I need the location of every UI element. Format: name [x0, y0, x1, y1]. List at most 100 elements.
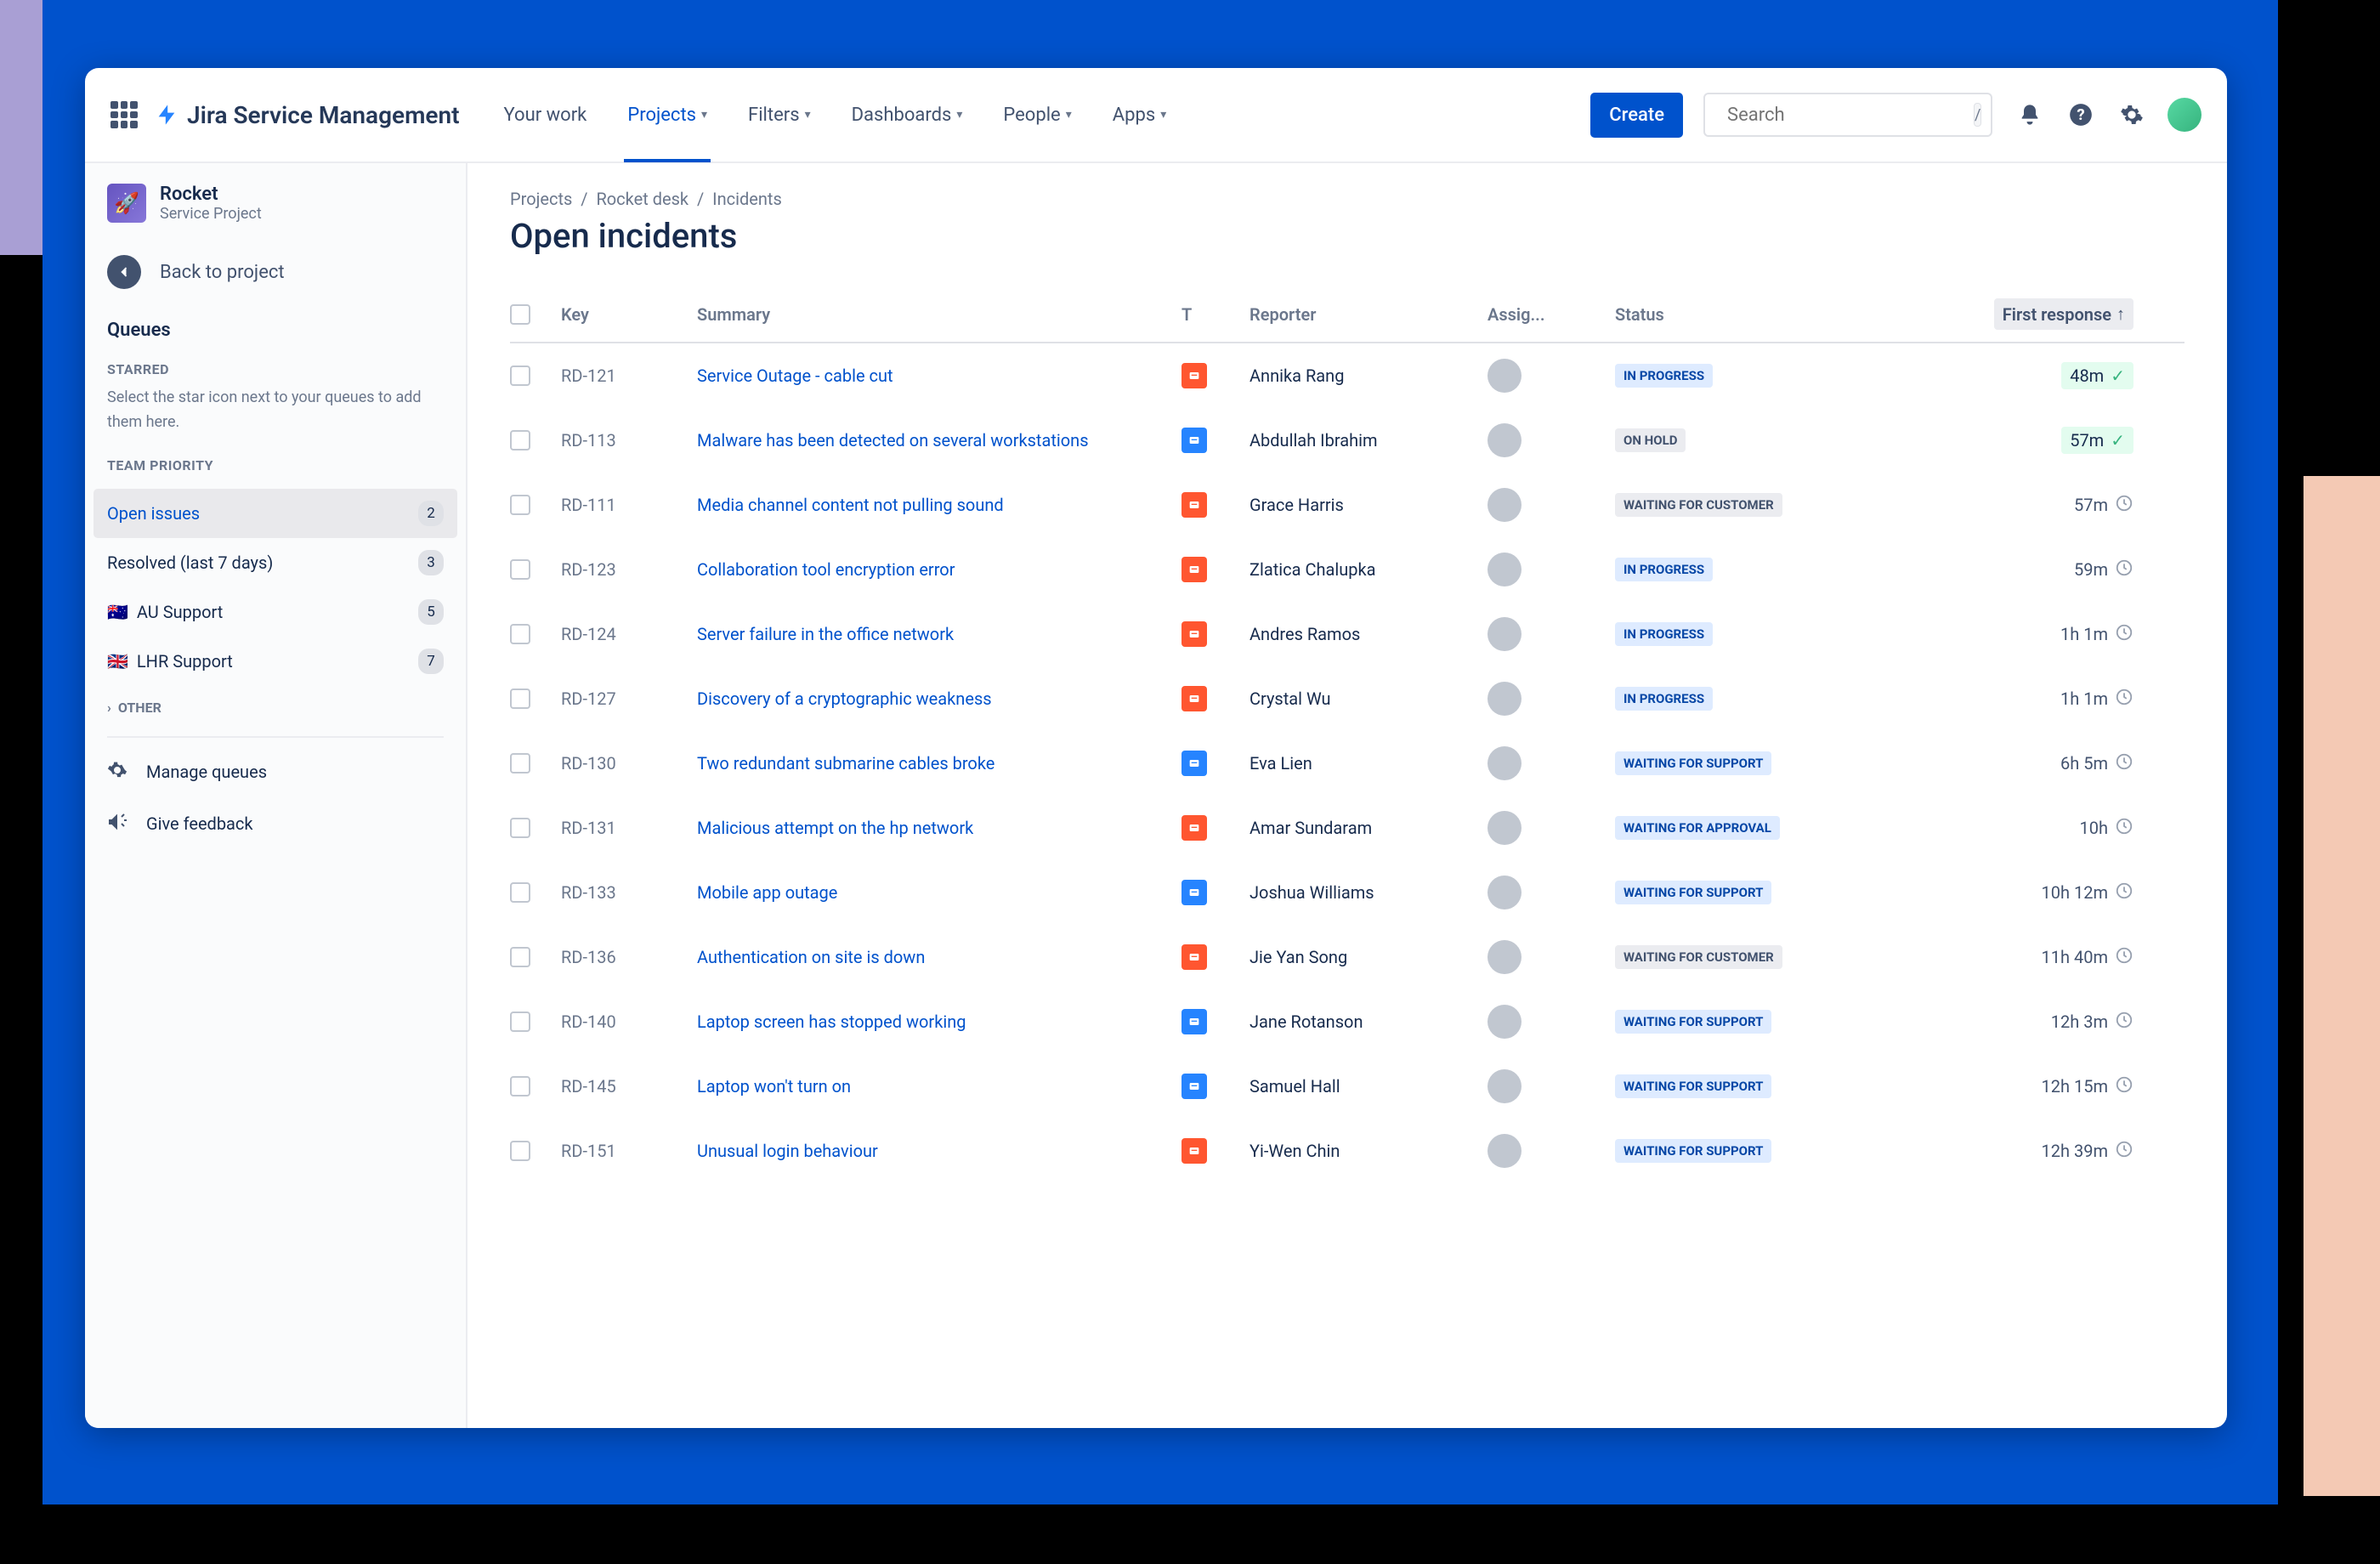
status-badge[interactable]: IN PROGRESS — [1615, 364, 1713, 388]
help-icon[interactable]: ? — [2064, 98, 2098, 132]
assignee-avatar[interactable] — [1488, 682, 1522, 716]
status-badge[interactable]: WAITING FOR CUSTOMER — [1615, 945, 1782, 969]
nav-apps[interactable]: Apps▾ — [1096, 68, 1183, 162]
issue-summary[interactable]: Mobile app outage — [697, 881, 1173, 904]
assignee-avatar[interactable] — [1488, 1134, 1522, 1168]
col-reporter[interactable]: Reporter — [1250, 304, 1479, 325]
issue-key[interactable]: RD-113 — [561, 430, 688, 450]
queue-item[interactable]: 🇬🇧LHR Support7 — [85, 637, 466, 686]
app-switcher-icon[interactable] — [110, 101, 138, 128]
assignee-avatar[interactable] — [1488, 940, 1522, 974]
queue-item[interactable]: 🇦🇺AU Support5 — [85, 587, 466, 637]
queue-item[interactable]: Open issues2 — [94, 489, 457, 538]
row-checkbox[interactable] — [510, 947, 530, 967]
assignee-avatar[interactable] — [1488, 876, 1522, 910]
issue-summary[interactable]: Two redundant submarine cables broke — [697, 751, 1173, 775]
settings-icon[interactable] — [2115, 98, 2149, 132]
assignee-avatar[interactable] — [1488, 617, 1522, 651]
give-feedback[interactable]: Give feedback — [85, 798, 466, 850]
issue-summary[interactable]: Malicious attempt on the hp network — [697, 816, 1173, 840]
row-checkbox[interactable] — [510, 495, 530, 515]
notifications-icon[interactable] — [2013, 98, 2047, 132]
assignee-avatar[interactable] — [1488, 746, 1522, 780]
issue-key[interactable]: RD-131 — [561, 818, 688, 838]
flag-icon: 🇦🇺 — [107, 602, 128, 622]
profile-avatar[interactable] — [2168, 98, 2202, 132]
select-all-checkbox[interactable] — [510, 304, 530, 325]
row-checkbox[interactable] — [510, 1012, 530, 1032]
row-checkbox[interactable] — [510, 1076, 530, 1096]
issue-key[interactable]: RD-145 — [561, 1076, 688, 1096]
col-type[interactable]: T — [1182, 304, 1241, 325]
assignee-avatar[interactable] — [1488, 811, 1522, 845]
assignee-avatar[interactable] — [1488, 552, 1522, 586]
status-badge[interactable]: IN PROGRESS — [1615, 622, 1713, 646]
row-checkbox[interactable] — [510, 366, 530, 386]
status-badge[interactable]: IN PROGRESS — [1615, 687, 1713, 711]
issue-summary[interactable]: Discovery of a cryptographic weakness — [697, 687, 1173, 711]
nav-dashboards[interactable]: Dashboards▾ — [835, 68, 980, 162]
status-badge[interactable]: WAITING FOR CUSTOMER — [1615, 493, 1782, 517]
nav-people[interactable]: People▾ — [986, 68, 1088, 162]
col-summary[interactable]: Summary — [697, 304, 1173, 325]
issue-summary[interactable]: Authentication on site is down — [697, 945, 1173, 969]
col-key[interactable]: Key — [561, 304, 688, 325]
issue-summary[interactable]: Collaboration tool encryption error — [697, 558, 1173, 581]
row-checkbox[interactable] — [510, 624, 530, 644]
issue-summary[interactable]: Unusual login behaviour — [697, 1139, 1173, 1163]
issue-key[interactable]: RD-111 — [561, 495, 688, 515]
col-assignee[interactable]: Assig... — [1488, 304, 1606, 325]
status-badge[interactable]: ON HOLD — [1615, 428, 1686, 452]
crumb-projects[interactable]: Projects — [510, 189, 572, 209]
issue-summary[interactable]: Media channel content not pulling sound — [697, 493, 1173, 517]
manage-queues[interactable]: Manage queues — [85, 746, 466, 798]
crumb-desk[interactable]: Rocket desk — [596, 189, 688, 209]
back-to-project[interactable]: Back to project — [85, 240, 466, 304]
issue-key[interactable]: RD-140 — [561, 1012, 688, 1032]
row-checkbox[interactable] — [510, 882, 530, 903]
issue-summary[interactable]: Service Outage - cable cut — [697, 364, 1173, 388]
issue-summary[interactable]: Server failure in the office network — [697, 622, 1173, 646]
issue-key[interactable]: RD-123 — [561, 559, 688, 580]
issue-key[interactable]: RD-124 — [561, 624, 688, 644]
status-badge[interactable]: WAITING FOR SUPPORT — [1615, 751, 1771, 775]
assignee-avatar[interactable] — [1488, 1069, 1522, 1103]
assignee-avatar[interactable] — [1488, 488, 1522, 522]
search-input[interactable] — [1727, 105, 1964, 126]
issue-summary[interactable]: Malware has been detected on several wor… — [697, 428, 1173, 452]
col-first-response[interactable]: First response ↑ — [1994, 298, 2134, 330]
status-badge[interactable]: WAITING FOR SUPPORT — [1615, 881, 1771, 904]
project-header[interactable]: 🚀 Rocket Service Project — [85, 184, 466, 240]
status-badge[interactable]: WAITING FOR APPROVAL — [1615, 816, 1780, 840]
status-badge[interactable]: WAITING FOR SUPPORT — [1615, 1074, 1771, 1098]
issue-summary[interactable]: Laptop won't turn on — [697, 1074, 1173, 1098]
nav-projects[interactable]: Projects▾ — [610, 68, 724, 162]
issue-summary[interactable]: Laptop screen has stopped working — [697, 1010, 1173, 1034]
status-badge[interactable]: IN PROGRESS — [1615, 558, 1713, 581]
status-badge[interactable]: WAITING FOR SUPPORT — [1615, 1010, 1771, 1034]
queue-item[interactable]: Resolved (last 7 days)3 — [85, 538, 466, 587]
issue-key[interactable]: RD-121 — [561, 366, 688, 386]
status-badge[interactable]: WAITING FOR SUPPORT — [1615, 1139, 1771, 1163]
assignee-avatar[interactable] — [1488, 1005, 1522, 1039]
issue-key[interactable]: RD-127 — [561, 688, 688, 709]
assignee-avatar[interactable] — [1488, 359, 1522, 393]
row-checkbox[interactable] — [510, 753, 530, 774]
assignee-avatar[interactable] — [1488, 423, 1522, 457]
search-box[interactable]: / — [1703, 93, 1992, 137]
crumb-incidents[interactable]: Incidents — [712, 189, 782, 209]
other-expander[interactable]: › OTHER — [85, 686, 466, 729]
issue-key[interactable]: RD-151 — [561, 1141, 688, 1161]
issue-key[interactable]: RD-130 — [561, 753, 688, 774]
row-checkbox[interactable] — [510, 818, 530, 838]
row-checkbox[interactable] — [510, 559, 530, 580]
create-button[interactable]: Create — [1590, 93, 1683, 138]
nav-filters[interactable]: Filters▾ — [731, 68, 828, 162]
issue-key[interactable]: RD-136 — [561, 947, 688, 967]
row-checkbox[interactable] — [510, 1141, 530, 1161]
nav-your-work[interactable]: Your work — [487, 68, 604, 162]
row-checkbox[interactable] — [510, 430, 530, 450]
col-status[interactable]: Status — [1615, 304, 1904, 325]
issue-key[interactable]: RD-133 — [561, 882, 688, 903]
row-checkbox[interactable] — [510, 688, 530, 709]
